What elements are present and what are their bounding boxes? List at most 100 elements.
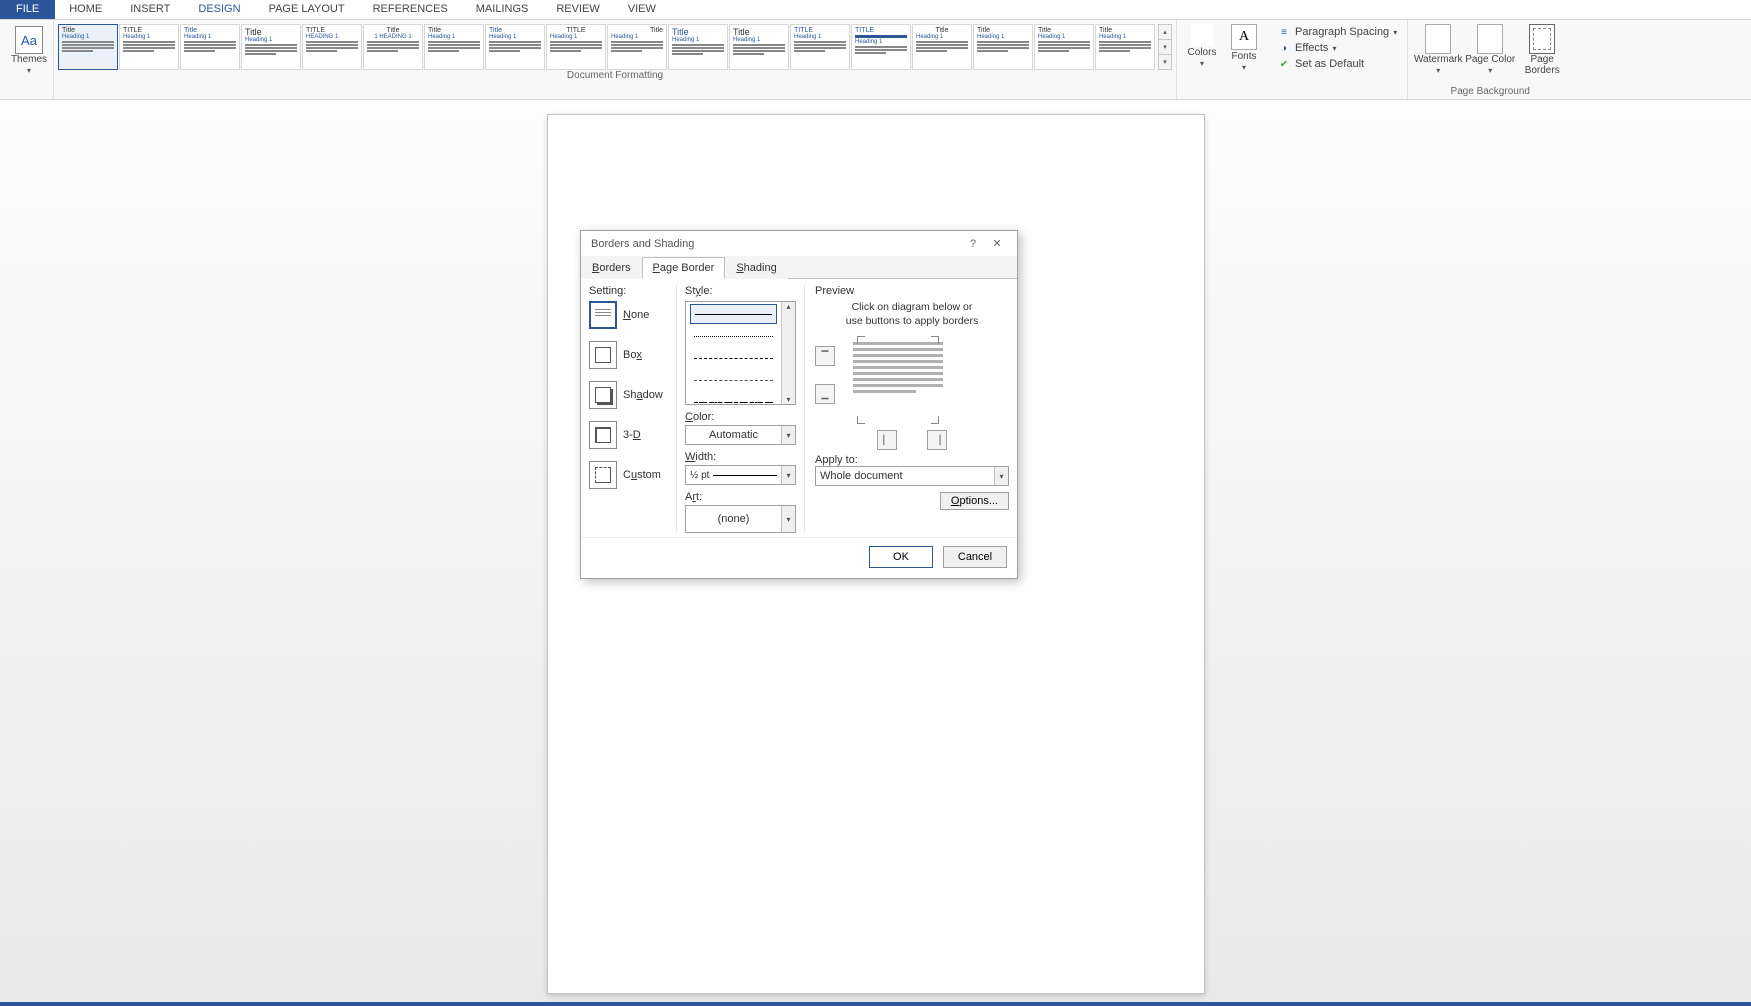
tab-home[interactable]: HOME bbox=[55, 0, 116, 19]
dialog-titlebar[interactable]: Borders and Shading ? ✕ bbox=[581, 231, 1017, 256]
themes-icon: Aa bbox=[15, 26, 43, 54]
style-set-card[interactable]: TitleHeading 1 bbox=[241, 24, 301, 70]
style-set-card[interactable]: TITLEHeading 1 bbox=[119, 24, 179, 70]
help-button[interactable]: ? bbox=[961, 238, 985, 250]
setting-box-icon bbox=[589, 341, 617, 369]
style-set-card[interactable]: TitleHeading 1 bbox=[424, 24, 484, 70]
style-set-card[interactable]: TITLEHeading 1 bbox=[790, 24, 850, 70]
style-set-card[interactable]: TitleHeading 1 bbox=[973, 24, 1033, 70]
set-default-button[interactable]: ✔Set as Default bbox=[1277, 57, 1397, 71]
page-bg-group-label: Page Background bbox=[1412, 86, 1568, 99]
style-set-card[interactable]: TITLEHeading 1 bbox=[851, 24, 911, 70]
watermark-button[interactable]: Watermark ▾ bbox=[1412, 22, 1464, 76]
ribbon: Aa Themes ▾ TitleHeading 1 TITLEHeading … bbox=[0, 20, 1751, 100]
cancel-button[interactable]: Cancel bbox=[943, 546, 1007, 568]
tab-review[interactable]: REVIEW bbox=[542, 0, 613, 19]
gallery-scroll[interactable]: ▴ ▾ ▾ bbox=[1158, 24, 1172, 70]
tab-shading[interactable]: Shading bbox=[725, 257, 787, 279]
scroll-down-icon[interactable]: ▾ bbox=[786, 395, 790, 404]
width-combo[interactable]: ½ pt ▾ bbox=[685, 465, 796, 485]
page-borders-button[interactable]: Page Borders bbox=[1516, 22, 1568, 76]
style-scrollbar[interactable]: ▴▾ bbox=[781, 302, 795, 404]
style-set-card[interactable]: TitleHeading 1 bbox=[668, 24, 728, 70]
tab-page-layout[interactable]: PAGE LAYOUT bbox=[255, 0, 359, 19]
group-page-background: Watermark ▾ Page Color ▾ Page Borders Pa… bbox=[1408, 20, 1572, 99]
border-bottom-button[interactable]: ▁ bbox=[815, 384, 835, 404]
style-list[interactable]: ▴▾ bbox=[685, 301, 796, 405]
page-borders-icon bbox=[1529, 24, 1555, 54]
style-option-solid[interactable] bbox=[690, 304, 777, 324]
style-set-card[interactable]: TitleHeading 1 bbox=[729, 24, 789, 70]
style-set-card[interactable]: TITLEHEADING 1 bbox=[302, 24, 362, 70]
ok-button[interactable]: OK bbox=[869, 546, 933, 568]
tab-view[interactable]: VIEW bbox=[614, 0, 670, 19]
tab-references[interactable]: REFERENCES bbox=[359, 0, 462, 19]
preview-hint: Click on diagram below or use buttons to… bbox=[815, 301, 1009, 328]
page-color-icon bbox=[1477, 24, 1503, 54]
style-set-card[interactable]: TitleHeading 1 bbox=[607, 24, 667, 70]
style-set-card[interactable]: TitleHeading 1 bbox=[180, 24, 240, 70]
chevron-down-icon: ▾ bbox=[994, 467, 1008, 485]
style-set-card[interactable]: TitleHeading 1 bbox=[1034, 24, 1094, 70]
style-set-card[interactable]: TitleHeading 1 bbox=[1095, 24, 1155, 70]
border-top-button[interactable]: ▔ bbox=[815, 346, 835, 366]
setting-none[interactable]: None bbox=[589, 301, 672, 329]
close-button[interactable]: ✕ bbox=[985, 237, 1009, 250]
style-set-card[interactable]: TitleHeading 1 bbox=[912, 24, 972, 70]
effects-button[interactable]: ◑Effects▾ bbox=[1277, 41, 1397, 55]
border-right-button[interactable]: ▕ bbox=[927, 430, 947, 450]
style-option-dashdot[interactable] bbox=[690, 392, 777, 412]
setting-3d-icon bbox=[589, 421, 617, 449]
style-label: Style: bbox=[685, 285, 796, 297]
color-combo[interactable]: Automatic ▾ bbox=[685, 425, 796, 445]
style-set-card[interactable]: TITLEHeading 1 bbox=[546, 24, 606, 70]
setting-box[interactable]: Box bbox=[589, 341, 672, 369]
tab-mailings[interactable]: MAILINGS bbox=[462, 0, 543, 19]
setting-column: Setting: None Box Shadow 3-D Custom bbox=[589, 285, 677, 533]
style-column: Style: ▴▾ Color: Automatic ▾ Width: ½ bbox=[677, 285, 805, 533]
paragraph-spacing-button[interactable]: ≡Paragraph Spacing▾ bbox=[1277, 25, 1397, 39]
borders-shading-dialog: Borders and Shading ? ✕ Borders Page Bor… bbox=[580, 230, 1018, 579]
colors-icon bbox=[1191, 24, 1213, 46]
art-label: Art: bbox=[685, 491, 796, 503]
page-color-button[interactable]: Page Color ▾ bbox=[1464, 22, 1516, 76]
group-document-formatting: TitleHeading 1 TITLEHeading 1 TitleHeadi… bbox=[54, 20, 1177, 99]
themes-button[interactable]: Aa Themes ▾ bbox=[9, 22, 49, 75]
options-button[interactable]: Options... bbox=[940, 492, 1009, 510]
setting-shadow[interactable]: Shadow bbox=[589, 381, 672, 409]
preview-diagram[interactable] bbox=[843, 336, 953, 424]
style-set-card[interactable]: TitleHeading 1 bbox=[58, 24, 118, 70]
setting-3d[interactable]: 3-D bbox=[589, 421, 672, 449]
border-left-button[interactable]: ▏ bbox=[877, 430, 897, 450]
ribbon-tabs: FILE HOME INSERT DESIGN PAGE LAYOUT REFE… bbox=[0, 0, 1751, 20]
tab-borders[interactable]: Borders bbox=[581, 257, 642, 279]
style-set-card[interactable]: Title1 HEADING 1 bbox=[363, 24, 423, 70]
chevron-down-icon: ▾ bbox=[781, 426, 795, 444]
setting-custom[interactable]: Custom bbox=[589, 461, 672, 489]
check-icon: ✔ bbox=[1277, 57, 1291, 71]
style-option-dashed2[interactable] bbox=[690, 370, 777, 390]
colors-button[interactable]: Colors ▾ bbox=[1181, 22, 1223, 99]
style-option-dashed[interactable] bbox=[690, 348, 777, 368]
tab-file[interactable]: FILE bbox=[0, 0, 55, 19]
style-option-dotted[interactable] bbox=[690, 326, 777, 346]
gallery-more-icon[interactable]: ▾ bbox=[1159, 55, 1171, 69]
preview-column: Preview Click on diagram below or use bu… bbox=[805, 285, 1009, 533]
apply-to-combo[interactable]: Whole document ▾ bbox=[815, 466, 1009, 486]
fonts-button[interactable]: A Fonts ▾ bbox=[1223, 22, 1265, 99]
setting-none-icon bbox=[589, 301, 617, 329]
tab-page-border[interactable]: Page Border bbox=[642, 257, 726, 279]
tab-insert[interactable]: INSERT bbox=[116, 0, 184, 19]
scroll-down-icon[interactable]: ▾ bbox=[1159, 40, 1171, 55]
art-combo[interactable]: (none) ▾ bbox=[685, 505, 796, 533]
group-themes: Aa Themes ▾ bbox=[5, 20, 54, 99]
tab-design[interactable]: DESIGN bbox=[184, 0, 254, 19]
dialog-tabs: Borders Page Border Shading bbox=[581, 256, 1017, 279]
docfmt-group-label: Document Formatting bbox=[58, 70, 1172, 83]
style-set-card[interactable]: TitleHeading 1 bbox=[485, 24, 545, 70]
scroll-up-icon[interactable]: ▴ bbox=[786, 302, 790, 311]
style-set-gallery[interactable]: TitleHeading 1 TITLEHeading 1 TitleHeadi… bbox=[58, 22, 1172, 70]
preview-label: Preview bbox=[815, 285, 1009, 297]
scroll-up-icon[interactable]: ▴ bbox=[1159, 25, 1171, 40]
setting-label: Setting: bbox=[589, 285, 672, 297]
